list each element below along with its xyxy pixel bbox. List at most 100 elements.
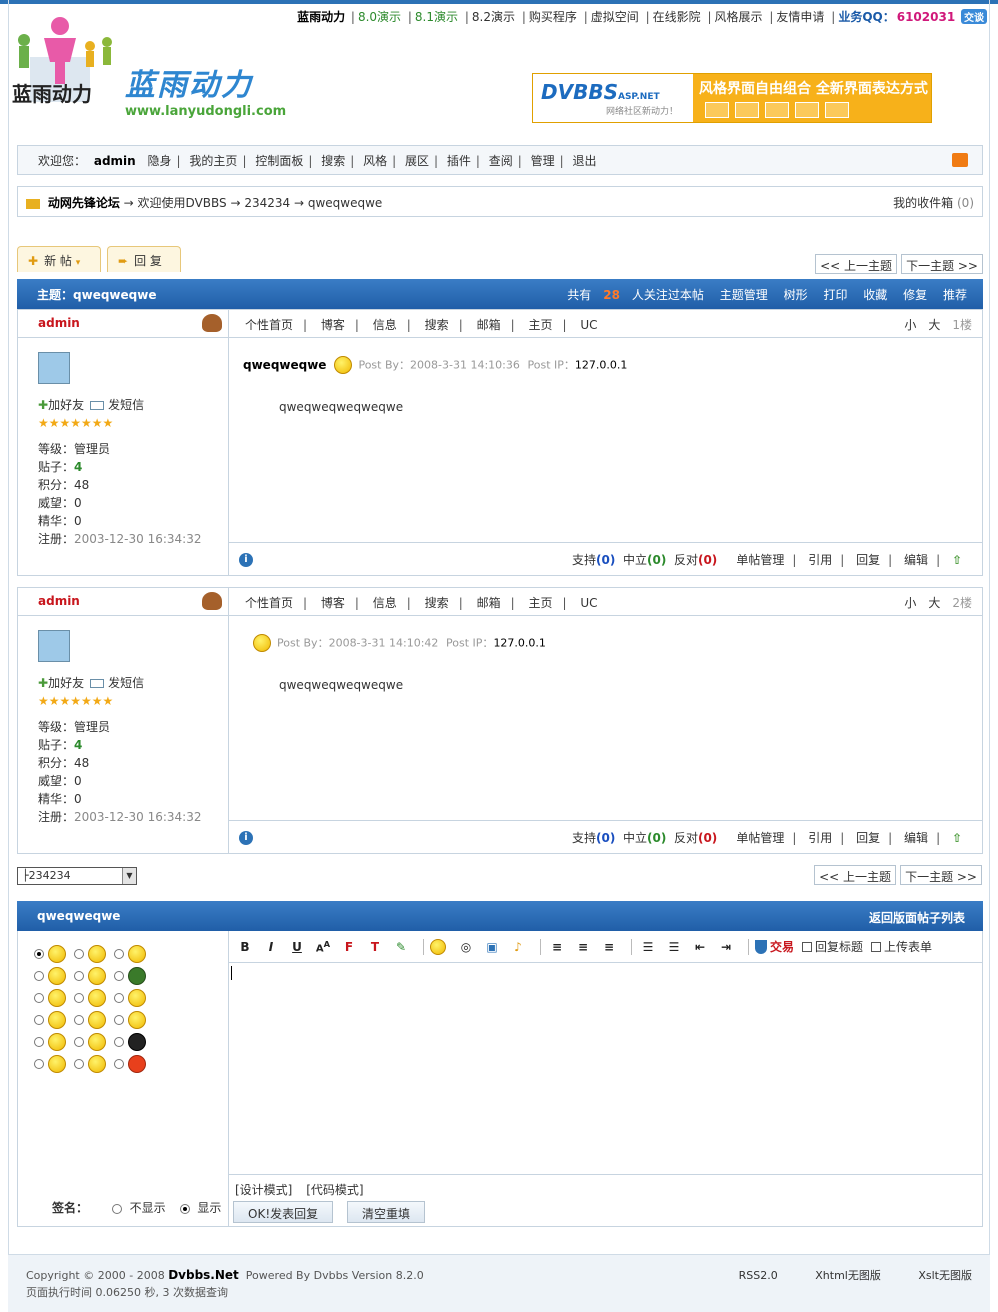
menu-search[interactable]: 搜索 xyxy=(425,596,449,610)
design-mode-tab[interactable]: [设计模式] xyxy=(235,1183,292,1197)
outdent-icon[interactable]: ⇤ xyxy=(690,940,710,954)
next-topic-button[interactable]: 下一主题 >> xyxy=(901,254,983,274)
userbar-plugins[interactable]: 插件 xyxy=(447,154,471,168)
author-name[interactable]: admin xyxy=(38,316,80,330)
topnav-cinema-link[interactable]: 在线影院 xyxy=(653,10,701,24)
new-post-button[interactable]: ✚ 新 帖 ▾ xyxy=(17,246,101,272)
menu-homepage[interactable]: 主页 xyxy=(528,596,552,610)
quote-link[interactable]: 引用 xyxy=(808,831,832,845)
emoticon-radio[interactable] xyxy=(34,993,44,1003)
trade-button[interactable]: 交易 xyxy=(770,938,794,955)
menu-homepage[interactable]: 主页 xyxy=(528,318,552,332)
quote-link[interactable]: 引用 xyxy=(808,553,832,567)
footer-brand-link[interactable]: Dvbbs.Net xyxy=(168,1268,239,1282)
recommend-link[interactable]: 推荐 xyxy=(943,288,967,302)
music-icon[interactable]: ♪ xyxy=(508,940,528,954)
userbar-myhome[interactable]: 我的主页 xyxy=(189,154,237,168)
userbar-manage[interactable]: 管理 xyxy=(531,154,555,168)
font-size-icon[interactable]: AA xyxy=(313,939,333,954)
signature-show-radio[interactable] xyxy=(179,1203,190,1214)
prev-topic-button-bottom[interactable]: << 上一主题 xyxy=(814,865,896,885)
add-friend-link[interactable]: 加好友 xyxy=(48,398,84,412)
ad-banner[interactable]: DVBBSASP.NET 网络社区新动力！ 风格界面自由组合 全新界面表达方式 xyxy=(532,73,932,123)
emoticon-radio[interactable] xyxy=(74,971,84,981)
info-icon[interactable]: i xyxy=(239,831,253,845)
upload-form-checkbox[interactable] xyxy=(871,941,882,952)
menu-uc[interactable]: UC xyxy=(580,596,597,610)
info-icon[interactable]: i xyxy=(239,553,253,567)
emoticon-radio[interactable] xyxy=(34,1059,44,1069)
userbar-controlpanel[interactable]: 控制面板 xyxy=(255,154,303,168)
back-to-top-icon[interactable]: ⇧ xyxy=(952,831,962,845)
unordered-list-icon[interactable]: ☰ xyxy=(664,940,684,954)
support-button[interactable]: 支持(0) xyxy=(572,831,615,845)
rss-icon[interactable] xyxy=(952,153,968,167)
menu-profile[interactable]: 个性首页 xyxy=(245,318,293,332)
reply-button[interactable]: ➨ 回 复 xyxy=(107,246,181,272)
menu-email[interactable]: 邮箱 xyxy=(477,318,501,332)
userbar-showcase[interactable]: 展区 xyxy=(405,154,429,168)
userbar-style[interactable]: 风格 xyxy=(363,154,387,168)
footer-xhtml-link[interactable]: Xhtml无图版 xyxy=(815,1269,881,1282)
menu-blog[interactable]: 博客 xyxy=(321,596,345,610)
userbar-lookup[interactable]: 查阅 xyxy=(489,154,513,168)
qq-chat-button[interactable]: 交谈 xyxy=(961,9,987,24)
favorite-link[interactable]: 收藏 xyxy=(863,288,887,302)
topnav-demo80-link[interactable]: 8.0演示 xyxy=(358,10,401,24)
avatar[interactable] xyxy=(38,352,70,384)
print-link[interactable]: 打印 xyxy=(823,288,847,302)
indent-icon[interactable]: ⇥ xyxy=(716,940,736,954)
emoticon-radio[interactable] xyxy=(74,993,84,1003)
code-mode-tab[interactable]: [代码模式] xyxy=(306,1183,363,1197)
topnav-demo82-link[interactable]: 8.2演示 xyxy=(472,10,515,24)
emoticon-radio[interactable] xyxy=(74,1037,84,1047)
font-big-button[interactable]: 大 xyxy=(928,596,940,610)
font-small-button[interactable]: 小 xyxy=(904,318,916,332)
topnav-styles-link[interactable]: 风格展示 xyxy=(715,10,763,24)
font-big-button[interactable]: 大 xyxy=(928,318,940,332)
userbar-search[interactable]: 搜索 xyxy=(321,154,345,168)
reply-link[interactable]: 回复 xyxy=(856,553,880,567)
emoticon-radio[interactable] xyxy=(74,949,84,959)
post-manage-link[interactable]: 单帖管理 xyxy=(736,553,784,567)
next-topic-button-bottom[interactable]: 下一主题 >> xyxy=(900,865,982,885)
font-family-icon[interactable]: F xyxy=(339,940,359,954)
emoticon-radio[interactable] xyxy=(74,1059,84,1069)
footer-rss-link[interactable]: RSS2.0 xyxy=(739,1269,778,1282)
userbar-logout[interactable]: 退出 xyxy=(573,154,597,168)
site-logo[interactable]: 蓝雨动力 蓝雨动力 www.lanyudongli.com xyxy=(10,12,310,122)
reply-textarea[interactable] xyxy=(229,963,982,1175)
menu-profile[interactable]: 个性首页 xyxy=(245,596,293,610)
footer-xslt-link[interactable]: Xslt无图版 xyxy=(918,1269,972,1282)
menu-info[interactable]: 信息 xyxy=(373,318,397,332)
align-right-icon[interactable]: ≡ xyxy=(599,940,619,954)
emoticon-insert-icon[interactable] xyxy=(430,938,446,955)
emoticon-radio[interactable] xyxy=(114,1059,124,1069)
emoticon-radio[interactable] xyxy=(114,1037,124,1047)
align-left-icon[interactable]: ≡ xyxy=(547,940,567,954)
bold-button[interactable]: B xyxy=(235,940,255,954)
repair-link[interactable]: 修复 xyxy=(903,288,927,302)
media-icon[interactable]: ◎ xyxy=(456,940,476,954)
breadcrumb-path[interactable]: → 欢迎使用DVBBS → 234234 → qweqweqwe xyxy=(124,196,383,210)
topnav-buy-link[interactable]: 购买程序 xyxy=(529,10,577,24)
highlight-icon[interactable]: ✎ xyxy=(391,940,411,954)
author-name[interactable]: admin xyxy=(38,594,80,608)
topnav-demo81-link[interactable]: 8.1演示 xyxy=(415,10,458,24)
inbox-link[interactable]: 我的收件箱 (0) xyxy=(893,194,974,211)
menu-email[interactable]: 邮箱 xyxy=(477,596,501,610)
topnav-friendlink-link[interactable]: 友情申请 xyxy=(776,10,824,24)
emoticon-radio[interactable] xyxy=(34,1015,44,1025)
reply-title-checkbox[interactable] xyxy=(802,941,813,952)
signature-hide-radio[interactable] xyxy=(111,1203,122,1214)
add-friend-link[interactable]: 加好友 xyxy=(48,676,84,690)
forum-jump-select[interactable]: ├234234 ▼ xyxy=(17,867,137,885)
emoticon-radio[interactable] xyxy=(114,993,124,1003)
edit-link[interactable]: 编辑 xyxy=(904,831,928,845)
avatar[interactable] xyxy=(38,630,70,662)
emoticon-radio[interactable] xyxy=(114,971,124,981)
back-to-list-link[interactable]: 返回版面帖子列表 xyxy=(869,909,965,926)
neutral-button[interactable]: 中立(0) xyxy=(623,553,666,567)
send-message-link[interactable]: 发短信 xyxy=(108,398,144,412)
back-to-top-icon[interactable]: ⇧ xyxy=(952,553,962,567)
